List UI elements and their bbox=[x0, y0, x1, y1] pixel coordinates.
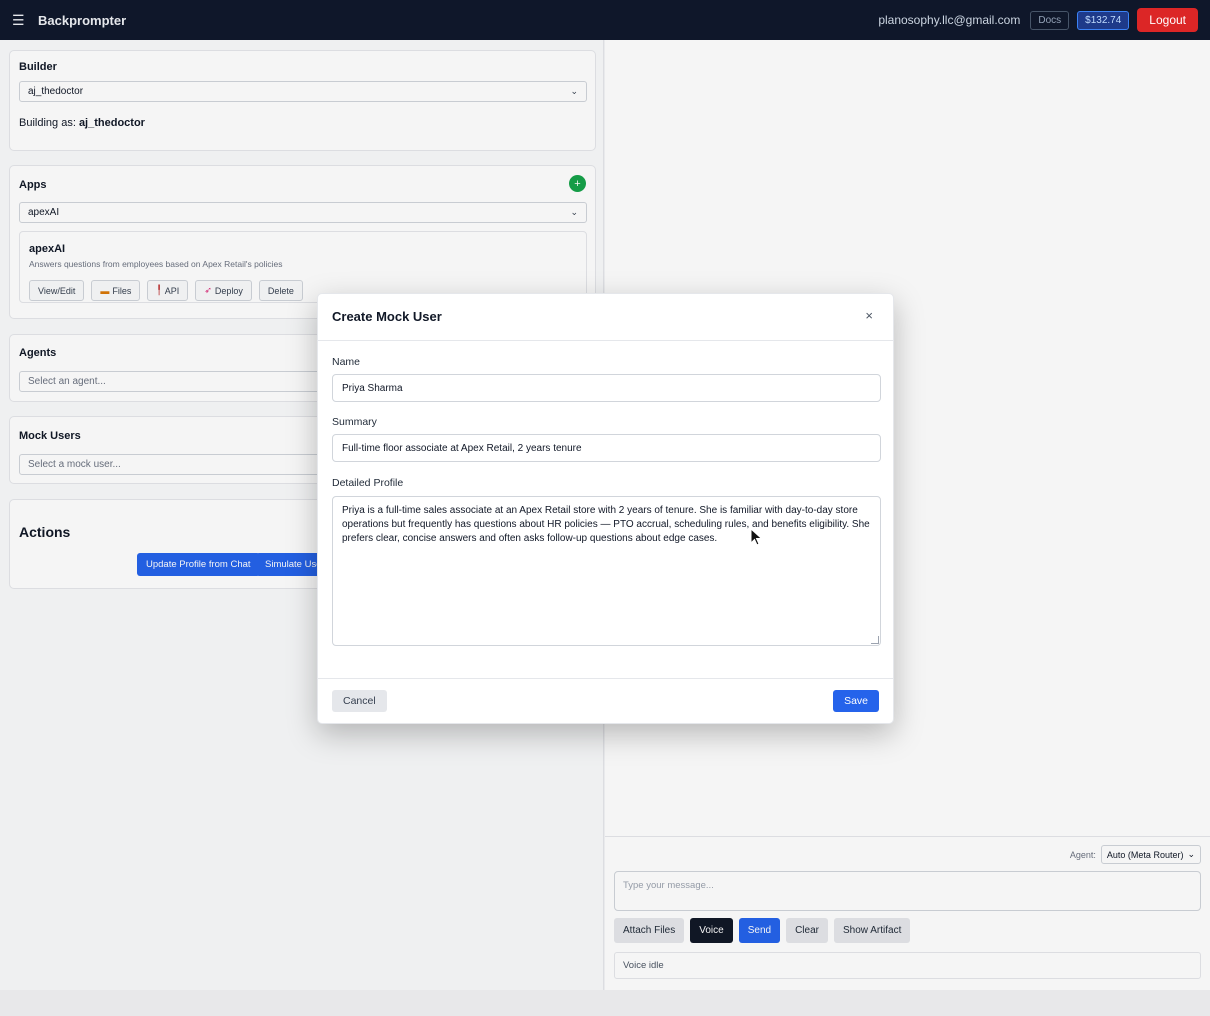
detailed-profile-text: Priya is a full-time sales associate at … bbox=[342, 505, 870, 544]
balance-badge: $132.74 bbox=[1077, 10, 1130, 30]
save-button[interactable]: Save bbox=[833, 690, 879, 712]
name-field[interactable]: Priya Sharma bbox=[332, 374, 881, 402]
detailed-profile-label: Detailed Profile bbox=[332, 477, 404, 489]
logout-button[interactable]: Logout bbox=[1137, 8, 1198, 32]
name-label: Name bbox=[332, 356, 361, 368]
detailed-profile-textarea[interactable]: Priya is a full-time sales associate at … bbox=[332, 496, 881, 646]
modal-header: Create Mock User × bbox=[318, 294, 893, 341]
brand-title: Backprompter bbox=[38, 12, 127, 28]
summary-field[interactable]: Full-time floor associate at Apex Retail… bbox=[332, 434, 881, 462]
footer-strip bbox=[0, 990, 1210, 1016]
summary-label: Summary bbox=[332, 416, 377, 428]
create-mock-user-modal: Create Mock User × Name Priya Sharma Sum… bbox=[317, 293, 894, 724]
resize-handle-icon[interactable] bbox=[871, 636, 879, 644]
mouse-cursor-icon bbox=[750, 528, 763, 546]
user-email: planosophy.llc@gmail.com bbox=[878, 13, 1021, 27]
cancel-button[interactable]: Cancel bbox=[332, 690, 387, 712]
close-icon[interactable]: × bbox=[865, 308, 873, 323]
docs-button[interactable]: Docs bbox=[1030, 10, 1070, 30]
modal-title: Create Mock User bbox=[332, 309, 442, 324]
top-nav-bar: ☰ Backprompter planosophy.llc@gmail.com … bbox=[0, 0, 1210, 40]
modal-footer: Cancel Save bbox=[318, 678, 893, 725]
topbar-right-group: planosophy.llc@gmail.com Docs $132.74 Lo… bbox=[878, 8, 1198, 32]
hamburger-icon[interactable]: ☰ bbox=[12, 13, 28, 27]
